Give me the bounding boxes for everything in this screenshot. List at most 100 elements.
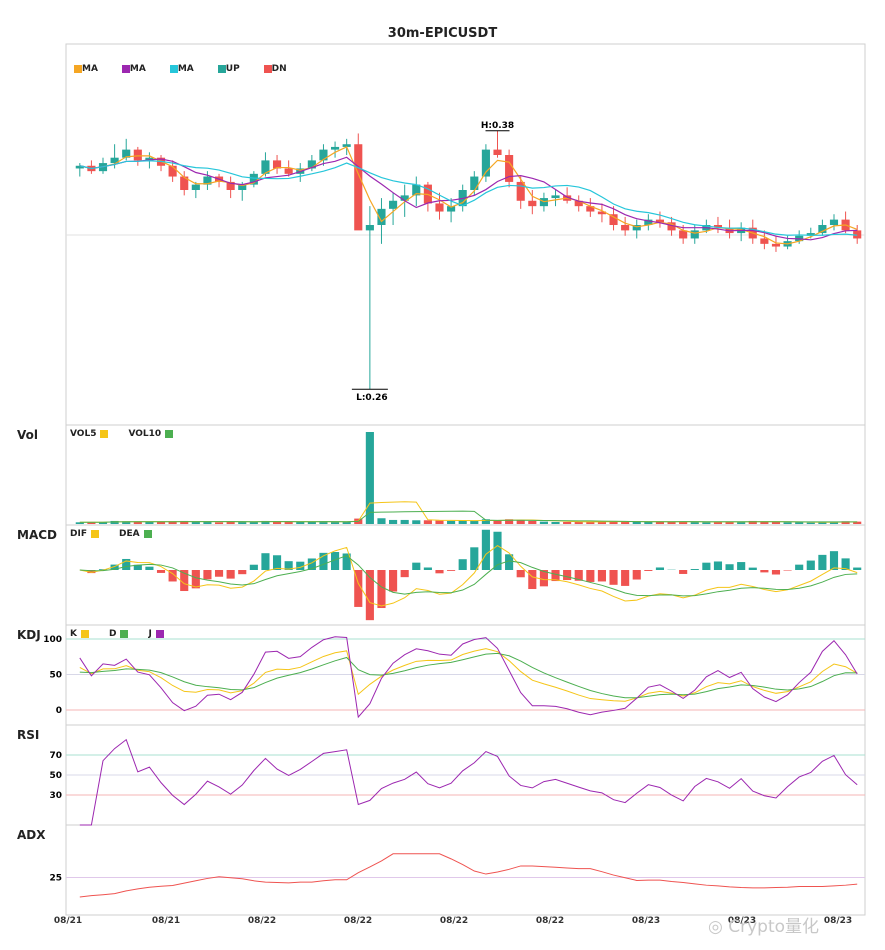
macd-bar	[679, 570, 688, 574]
macd-bar	[586, 570, 595, 582]
volume-bar	[644, 521, 653, 524]
macd-bar	[203, 570, 212, 580]
x-tick-label: 08/21	[151, 916, 181, 926]
macd-bar	[481, 529, 490, 570]
volume-bar	[412, 520, 421, 524]
volume-bar	[191, 521, 200, 524]
rsi-tick-label: 30	[49, 791, 62, 801]
kdj-tick-label: 50	[49, 671, 62, 681]
volume-bar	[574, 521, 583, 524]
candle-body	[435, 203, 444, 212]
legend-vol5: VOL5	[70, 429, 97, 439]
candle-body	[621, 225, 630, 231]
macd-bar	[249, 564, 258, 570]
candle-body	[284, 168, 293, 174]
volume-bar	[563, 521, 572, 524]
x-tick-label: 08/23	[823, 916, 853, 926]
volume-bar	[771, 521, 781, 524]
x-tick-label: 08/22	[247, 916, 277, 926]
macd-bar	[806, 560, 815, 570]
rsi-tick-label: 50	[49, 771, 62, 781]
candle-body	[516, 181, 525, 201]
candle-body	[493, 149, 502, 155]
volume-bar	[783, 522, 792, 524]
macd-bar	[713, 561, 723, 570]
ma-line	[79, 146, 858, 245]
macd-bar	[760, 570, 769, 573]
candle-body	[829, 219, 839, 225]
macd-bar	[655, 567, 665, 570]
volume-bar	[342, 521, 351, 524]
macd-bar	[597, 570, 606, 582]
watermark: ◎ Crypto量化	[708, 917, 820, 937]
chart-canvas: H:0.38 L:0.26 100 50 0 70 50 30 25	[43, 43, 866, 916]
candle-body	[389, 200, 398, 209]
macd-bar	[272, 555, 282, 570]
volume-bar	[284, 521, 293, 524]
kdj-line	[79, 636, 858, 719]
volume-bar	[249, 521, 258, 524]
vol-legend: VOL5 VOL10	[70, 429, 187, 439]
volume-bar	[539, 521, 548, 524]
macd-bar	[377, 570, 386, 609]
candle-body	[470, 176, 479, 190]
volume-bar	[400, 519, 409, 524]
kdj-tick-label: 0	[56, 706, 62, 716]
high-annotation: H:0.38	[481, 121, 514, 131]
macd-bar	[470, 547, 479, 570]
volume-bar	[493, 520, 502, 524]
macd-bar	[795, 564, 804, 570]
macd-bar	[145, 566, 154, 570]
legend-vol10: VOL10	[128, 429, 162, 439]
legend-dif: DIF	[70, 529, 87, 539]
panel-frame	[65, 424, 866, 526]
macd-bar	[771, 570, 781, 575]
legend-dea: DEA	[118, 529, 140, 539]
x-tick-label: 08/22	[535, 916, 565, 926]
macd-bar	[632, 570, 641, 580]
macd-bar	[261, 553, 270, 570]
volume-bar	[389, 519, 398, 524]
macd-bar	[412, 562, 421, 570]
volume-bar	[528, 520, 537, 524]
macd-bar	[238, 570, 247, 575]
macd-bar	[528, 570, 537, 590]
adx-panel-label: ADX	[17, 828, 46, 842]
macd-bar	[783, 570, 792, 571]
x-tick-label: 08/21	[53, 916, 83, 926]
macd-bar	[400, 570, 409, 578]
legend-ma3: MA	[177, 64, 194, 74]
macd-bar	[435, 570, 444, 574]
kdj-line	[79, 652, 858, 699]
candle-body	[690, 230, 699, 239]
macd-bar	[725, 564, 734, 570]
adx-line	[79, 853, 858, 898]
volume-bar	[447, 520, 456, 524]
legend-j: J	[148, 629, 152, 639]
macd-bar	[563, 570, 572, 581]
volume-bar	[214, 522, 224, 524]
kdj-legend: K D J	[70, 629, 178, 639]
volume-bar	[458, 520, 467, 524]
volume-bar	[423, 520, 432, 524]
macd-bar	[748, 567, 757, 570]
adx-tick-label: 25	[49, 874, 62, 884]
macd-panel-label: MACD	[17, 528, 57, 542]
macd-bar	[853, 567, 862, 570]
rsi-line	[79, 738, 858, 826]
legend-ma2: MA	[129, 64, 146, 74]
legend-ma1: MA	[82, 64, 98, 74]
vol-panel-label: Vol	[17, 428, 38, 442]
volume-bar	[307, 521, 316, 524]
macd-bar	[226, 570, 235, 579]
volume-bar	[470, 520, 479, 524]
price-legend: MA MA MA UP DN	[70, 64, 301, 74]
low-annotation: L:0.26	[356, 393, 388, 403]
candle-body	[319, 149, 328, 161]
legend-dn: DN	[271, 64, 287, 74]
candle-body	[760, 238, 769, 244]
candle-body	[528, 200, 537, 207]
legend-k: K	[70, 629, 77, 639]
macd-bar	[214, 570, 224, 577]
macd-bar	[191, 570, 200, 589]
